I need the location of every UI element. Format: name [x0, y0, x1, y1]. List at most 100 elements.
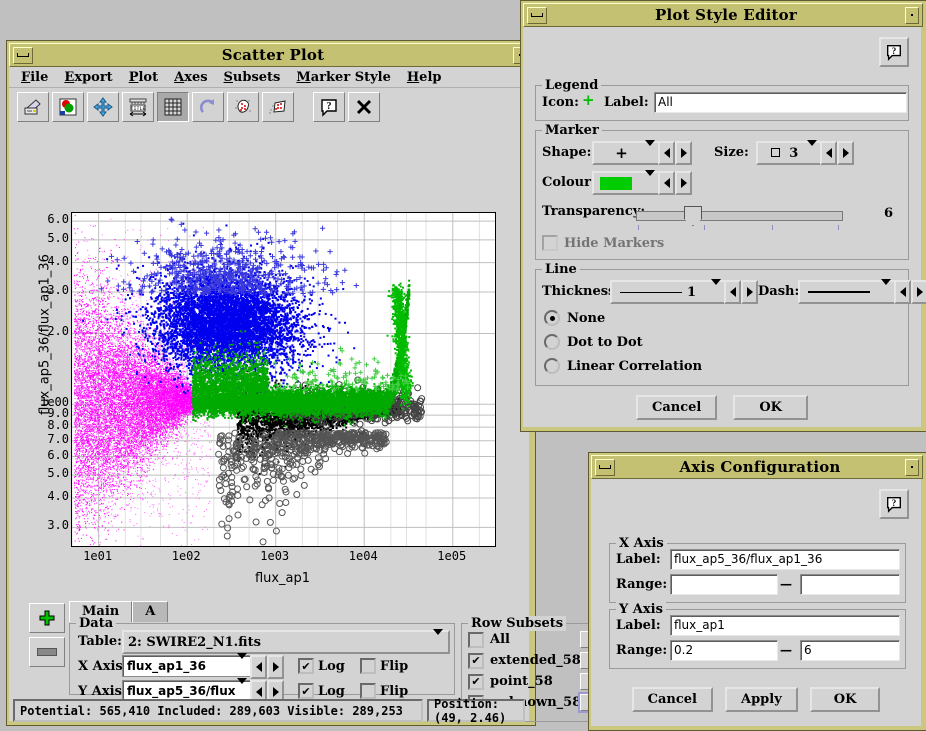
help-icon[interactable]: ?: [313, 92, 345, 122]
thickness-spinner[interactable]: [724, 280, 758, 304]
dash-prev-button[interactable]: [894, 280, 911, 304]
subset-checkbox[interactable]: ✔: [468, 674, 484, 690]
y-flip-checkbox[interactable]: Flip: [360, 683, 408, 699]
x-flip-checkbox[interactable]: Flip: [360, 658, 408, 674]
grid-icon[interactable]: [157, 92, 189, 122]
colour-spinner[interactable]: [658, 171, 692, 195]
line-mode-none-radio[interactable]: None: [544, 310, 605, 326]
y-log-checkbox[interactable]: ✔ Log: [298, 683, 345, 699]
table-select[interactable]: 2: SWIRE2_N1.fits: [122, 630, 450, 654]
row-subset-item[interactable]: All: [468, 630, 592, 649]
size-next-button[interactable]: [837, 141, 854, 165]
y-label-input[interactable]: flux_ap1: [670, 615, 900, 636]
x-axis-prev-button[interactable]: [250, 655, 267, 679]
axis-apply-button[interactable]: Apply: [725, 687, 798, 712]
thickness-next-button[interactable]: [741, 280, 758, 304]
thickness-prev-button[interactable]: [724, 280, 741, 304]
help-button[interactable]: ?: [879, 489, 909, 519]
size-spinner[interactable]: [820, 141, 854, 165]
window-menu-button[interactable]: [905, 459, 919, 476]
menu-export[interactable]: Export: [56, 69, 120, 86]
size-select[interactable]: 3: [756, 141, 824, 165]
row-subset-item[interactable]: ✔point_58+: [468, 672, 592, 691]
x-log-label: Log: [318, 659, 345, 674]
print-icon[interactable]: [17, 92, 49, 122]
minimize-button[interactable]: [13, 47, 33, 64]
row-subset-item[interactable]: ✔extended_58+: [468, 651, 592, 670]
style-cancel-button[interactable]: Cancel: [636, 395, 717, 420]
y-range-min-input[interactable]: 0.2: [670, 640, 778, 661]
line-mode-linear-correlation-label: Linear Correlation: [567, 359, 702, 374]
x-log-checkbox[interactable]: ✔ Log: [298, 658, 345, 674]
axis-title-icon[interactable]: TITLE: [122, 92, 154, 122]
menubar: File Export Plot Axes Subsets Marker Sty…: [9, 67, 529, 88]
y-range-max-input[interactable]: 6: [800, 640, 900, 661]
line-mode-linear-correlation-radio[interactable]: Linear Correlation: [544, 358, 702, 374]
scatter-plot-window: Scatter Plot File Export Plot Axes Subse…: [6, 40, 536, 726]
dash-next-button[interactable]: [911, 280, 926, 304]
remove-dataset-button[interactable]: [29, 637, 65, 667]
style-ok-button[interactable]: OK: [733, 395, 808, 420]
subset-from-region-icon[interactable]: [227, 92, 259, 122]
plot-style-editor-titlebar[interactable]: Plot Style Editor: [523, 3, 923, 27]
menu-file[interactable]: File: [13, 69, 56, 86]
resize-icon[interactable]: [87, 92, 119, 122]
replot-icon[interactable]: [192, 92, 224, 122]
tab-a[interactable]: A: [132, 601, 168, 622]
thickness-select[interactable]: 1: [610, 280, 728, 304]
menu-plot[interactable]: Plot: [121, 69, 166, 86]
menu-subsets[interactable]: Subsets: [216, 69, 289, 86]
export-image-icon[interactable]: [52, 92, 84, 122]
y-axis-group: Y Axis Label: flux_ap1 Range: 0.2 — 6: [609, 609, 906, 669]
shape-prev-button[interactable]: [658, 141, 675, 165]
x-range-min-input[interactable]: [670, 574, 778, 595]
minimize-button[interactable]: [595, 459, 615, 476]
scatter-plot-titlebar[interactable]: Scatter Plot: [9, 43, 531, 67]
minimize-button[interactable]: [527, 7, 547, 24]
axis-cancel-button[interactable]: Cancel: [632, 687, 713, 712]
shape-select[interactable]: +: [592, 141, 662, 165]
add-dataset-button[interactable]: [29, 603, 65, 633]
x-label-input[interactable]: flux_ap5_36/flux_ap1_36: [670, 549, 900, 570]
slider-thumb[interactable]: [684, 206, 702, 226]
toolbar: TITLE: [9, 88, 529, 126]
scatter-plot-title: Scatter Plot: [36, 46, 510, 64]
plot-area[interactable]: flux_ap5_36/flux_ap1_36 6.05.04.03.02.01…: [9, 127, 529, 597]
chevron-down-icon: [881, 285, 891, 300]
data-group-label: Data: [76, 616, 116, 631]
colour-prev-button[interactable]: [658, 171, 675, 195]
dash-select[interactable]: [798, 280, 898, 304]
transparency-slider[interactable]: [636, 205, 841, 227]
subset-checkbox[interactable]: ✔: [468, 653, 484, 669]
x-range-max-input[interactable]: [800, 574, 900, 595]
subset-checkbox[interactable]: [468, 632, 484, 648]
x-axis-spinner[interactable]: [250, 655, 284, 679]
line-mode-dot-to-dot-radio[interactable]: Dot to Dot: [544, 334, 643, 350]
window-menu-button[interactable]: [905, 7, 919, 24]
plot-canvas[interactable]: [71, 212, 496, 547]
transparency-value: 6: [884, 206, 893, 221]
menu-axes[interactable]: Axes: [166, 69, 215, 86]
close-icon[interactable]: [348, 92, 380, 122]
colour-next-button[interactable]: [675, 171, 692, 195]
subset-from-box-icon[interactable]: [262, 92, 294, 122]
x-axis-next-button[interactable]: [267, 655, 284, 679]
colour-select[interactable]: [592, 171, 662, 195]
hide-markers-checkbox[interactable]: Hide Markers: [542, 235, 664, 251]
help-button[interactable]: ?: [879, 37, 909, 67]
y-tick-label: 3.0: [47, 283, 69, 297]
y-axis-label: Y Axis:: [78, 684, 127, 699]
axis-configuration-titlebar[interactable]: Axis Configuration: [591, 455, 923, 479]
legend-label-label: Label:: [604, 95, 649, 110]
menu-help[interactable]: Help: [399, 69, 450, 86]
shape-next-button[interactable]: [675, 141, 692, 165]
shape-spinner[interactable]: [658, 141, 692, 165]
size-prev-button[interactable]: [820, 141, 837, 165]
axis-ok-button[interactable]: OK: [810, 687, 881, 712]
legend-label-input[interactable]: All: [654, 92, 907, 113]
dash-spinner[interactable]: [894, 280, 926, 304]
x-axis-select[interactable]: flux_ap1_36: [122, 655, 253, 677]
line-group: Line Thickness: 1 Dash:: [535, 269, 909, 386]
menu-marker-style[interactable]: Marker Style: [288, 69, 398, 86]
y-tick-label: 5.0: [47, 466, 69, 480]
